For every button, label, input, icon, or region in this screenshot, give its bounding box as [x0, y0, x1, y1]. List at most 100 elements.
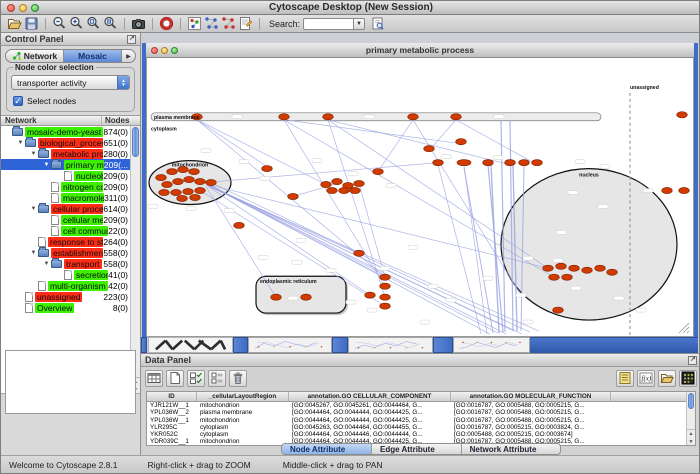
graph-node[interactable] [323, 114, 334, 120]
graph-node[interactable] [183, 188, 194, 194]
table-row[interactable]: YKR052Ccytoplasm[GO:0044464, GO:0044446,… [147, 431, 695, 438]
select-columns-icon[interactable] [187, 370, 205, 387]
graph-node[interactable] [339, 187, 350, 193]
graph-node[interactable] [365, 292, 376, 298]
select-rows-icon[interactable] [208, 370, 226, 387]
graph-node[interactable] [162, 181, 173, 187]
search-dropdown-arrow[interactable]: ▼ [353, 18, 365, 30]
background-window-mini-2[interactable] [348, 337, 433, 353]
table-grid-icon[interactable] [145, 370, 163, 387]
tree-scrollbar-thumb[interactable] [132, 127, 139, 157]
background-window-mini-1[interactable] [248, 337, 332, 353]
graph-node[interactable] [262, 166, 273, 172]
graph-node[interactable] [424, 146, 435, 152]
graph-node[interactable] [380, 303, 391, 309]
tree-row[interactable]: cellular metabo209(0) [1, 214, 140, 225]
graph-node[interactable] [327, 187, 338, 193]
table-column-header[interactable]: _cellularLayoutRegion [197, 392, 289, 401]
graph-node[interactable] [380, 274, 391, 280]
graph-node[interactable] [380, 283, 391, 289]
disclosure-triangle-icon[interactable]: ▼ [29, 151, 38, 157]
zoom-fit-icon[interactable] [85, 16, 102, 32]
graph-node[interactable] [354, 180, 365, 186]
graph-node[interactable] [582, 267, 593, 273]
graph-node[interactable] [279, 114, 290, 120]
table-row[interactable]: YLR295Ccytoplasm[GO:0045263, GO:0044464,… [147, 424, 695, 431]
graph-node[interactable] [519, 160, 530, 166]
zoom-out-icon[interactable] [51, 16, 68, 32]
tree-row[interactable]: multi-organism pro42(0) [1, 280, 140, 291]
table-scrollbar-arrows[interactable]: ▲▼ [687, 429, 695, 445]
open-icon[interactable] [6, 16, 23, 32]
tree-row[interactable]: ▼primary metabo209(... [1, 159, 140, 170]
tree-row[interactable]: ▼transport558(0) [1, 258, 140, 269]
help-lifesaver-icon[interactable] [158, 16, 175, 32]
graph-node[interactable] [189, 169, 200, 175]
graph-node[interactable] [433, 160, 444, 166]
select-nodes-checkbox[interactable]: ✓ [13, 96, 23, 106]
matrix-icon[interactable] [679, 370, 697, 387]
tab-edge-attribute-browser[interactable]: Edge Attribute Browser [372, 444, 462, 454]
graph-node[interactable] [505, 160, 516, 166]
delete-attribute-icon[interactable] [229, 370, 247, 387]
save-icon[interactable] [23, 16, 40, 32]
tab-overflow-arrow[interactable]: ▶ [122, 50, 135, 62]
background-window-mini-3[interactable] [453, 337, 530, 353]
search-config-icon[interactable] [369, 16, 386, 32]
background-window-swoosh[interactable] [148, 337, 233, 353]
graph-node[interactable] [195, 187, 206, 193]
tree-row[interactable]: mosaic-demo-yeast874(0) [1, 126, 140, 137]
new-attribute-icon[interactable] [166, 370, 184, 387]
disclosure-triangle-icon[interactable]: ▼ [42, 261, 51, 267]
graph-node[interactable] [408, 114, 419, 120]
tree-row[interactable]: cell communicat22(0) [1, 225, 140, 236]
table-scrollbar[interactable]: ▲▼ [686, 392, 695, 445]
graph-node[interactable] [556, 263, 567, 269]
graph-node[interactable] [167, 169, 178, 175]
node-color-dropdown[interactable]: transporter activity ▲▼ [11, 75, 130, 90]
graph-node[interactable] [301, 294, 312, 300]
graph-node[interactable] [190, 194, 201, 200]
tab-mosaic[interactable]: Mosaic [64, 50, 122, 62]
tree-header-nodes[interactable]: Nodes [102, 116, 140, 125]
graph-node[interactable] [354, 250, 365, 256]
table-column-header[interactable]: annotation.GO CELLULAR_COMPONENT [289, 392, 451, 401]
graph-node[interactable] [184, 176, 195, 182]
table-row[interactable]: YPL036W__2plasma membrane[GO:0044464, GO… [147, 409, 695, 416]
graph-node[interactable] [234, 222, 245, 228]
graph-node[interactable] [679, 187, 690, 193]
layout-red-icon[interactable] [220, 16, 237, 32]
attribute-list-icon[interactable] [616, 370, 634, 387]
annotation-icon[interactable] [237, 16, 254, 32]
tab-network-attribute-browser[interactable]: Network Attribute Browser [462, 444, 560, 454]
disclosure-triangle-icon[interactable]: ▼ [42, 162, 51, 168]
graph-node[interactable] [373, 169, 384, 175]
tree-row[interactable]: nitrogen compo209(0) [1, 181, 140, 192]
graph-node[interactable] [177, 195, 188, 201]
graph-node[interactable] [271, 294, 282, 300]
tree-row[interactable]: unassigned223(0) [1, 291, 140, 302]
tree-row[interactable]: ▼biological_process651(0) [1, 137, 140, 148]
table-row[interactable]: YJR121W__1mitochondrion[GO:0045267, GO:0… [147, 402, 695, 409]
zoom-in-icon[interactable] [68, 16, 85, 32]
tree-row[interactable]: ▼cellular process614(0) [1, 203, 140, 214]
disclosure-triangle-icon[interactable]: ▼ [16, 140, 25, 146]
tab-node-attribute-browser[interactable]: Node Attribute Browser [282, 444, 372, 454]
graph-node[interactable] [195, 178, 206, 184]
birdseye-view-panel[interactable] [5, 350, 136, 414]
graph-node[interactable] [677, 112, 688, 118]
disclosure-triangle-icon[interactable]: ▼ [29, 206, 38, 212]
float-panel-icon[interactable] [688, 356, 697, 365]
zoom-selected-icon[interactable] [102, 16, 119, 32]
graph-node[interactable] [532, 160, 543, 166]
tree-row[interactable]: macromolecule311(0) [1, 192, 140, 203]
graph-node[interactable] [350, 187, 361, 193]
graph-node[interactable] [607, 269, 618, 275]
tree-row[interactable]: ▼metabolic process280(0) [1, 148, 140, 159]
network-frame-titlebar[interactable]: primary metabolic process [146, 43, 694, 58]
tab-network[interactable]: Network [6, 50, 64, 62]
tree-row[interactable]: ▼establishment of lo558(0) [1, 247, 140, 258]
tree-row[interactable]: nucleobase-209(0) [1, 170, 140, 181]
tree-row[interactable]: response to stimulu264(0) [1, 236, 140, 247]
table-column-header[interactable]: annotation.GO MOLECULAR_FUNCTION [451, 392, 611, 401]
